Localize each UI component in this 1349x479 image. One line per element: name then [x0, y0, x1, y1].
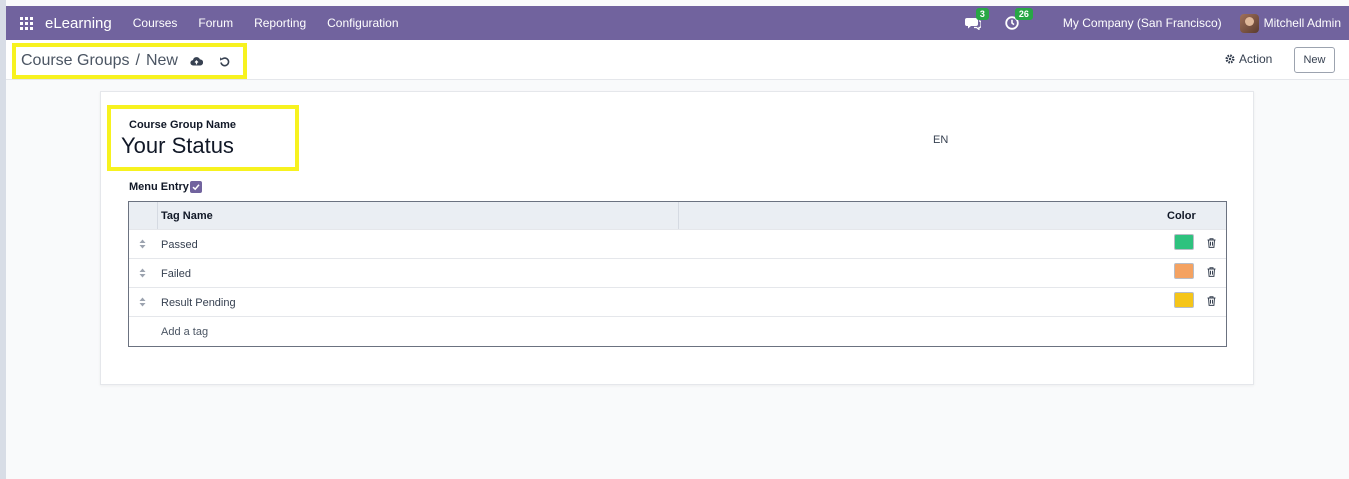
discard-changes-button[interactable] — [219, 56, 230, 67]
color-swatch[interactable] — [1174, 263, 1194, 279]
undo-icon — [219, 56, 230, 66]
messages-button[interactable]: 3 — [964, 8, 989, 30]
user-menu[interactable]: Mitchell Admin — [1239, 13, 1341, 33]
menu-entry-checkbox[interactable] — [189, 181, 202, 193]
navbar-systray: 3 26 My Company (San Francisco) Mitchell… — [964, 6, 1349, 40]
menu-entry-label: Menu Entry — [129, 181, 189, 193]
header-divider — [678, 202, 679, 229]
table-row[interactable]: Failed — [129, 258, 1226, 287]
name-field-highlight: Course Group Name — [107, 105, 299, 171]
breadcrumb-parent-link[interactable]: Course Groups — [21, 52, 130, 70]
new-record-button[interactable]: New — [1294, 47, 1335, 73]
form-sheet: Course Group Name EN Menu Entry Tag Name… — [100, 91, 1254, 385]
messages-count-badge: 3 — [975, 8, 989, 20]
check-icon — [192, 184, 200, 191]
menu-entry-field: Menu Entry — [129, 181, 202, 193]
course-group-name-label: Course Group Name — [129, 119, 236, 131]
gear-icon — [1225, 54, 1235, 64]
delete-trash-icon[interactable] — [1207, 267, 1216, 277]
language-toggle[interactable]: EN — [933, 134, 948, 146]
drag-handle-icon[interactable] — [139, 239, 146, 249]
course-group-name-input[interactable] — [121, 133, 281, 159]
breadcrumb-highlight: Course Groups / New — [12, 43, 247, 79]
tag-name-cell[interactable]: Result Pending — [161, 297, 236, 309]
apps-grid-icon[interactable] — [20, 16, 33, 30]
color-swatch[interactable] — [1174, 292, 1194, 308]
activities-button[interactable]: 26 — [1005, 8, 1033, 30]
menu-configuration[interactable]: Configuration — [327, 16, 398, 30]
drag-handle-icon[interactable] — [139, 297, 146, 307]
breadcrumb-current: New — [145, 52, 178, 69]
menu-courses[interactable]: Courses — [133, 16, 178, 30]
table-row[interactable]: Passed — [129, 229, 1226, 258]
tag-name-cell[interactable]: Failed — [161, 268, 191, 280]
company-switcher[interactable]: My Company (San Francisco) — [1063, 16, 1222, 30]
avatar — [1239, 13, 1259, 33]
delete-trash-icon[interactable] — [1207, 238, 1216, 248]
table-header: Tag Name Color — [129, 202, 1226, 229]
add-row: Add a tag — [129, 316, 1226, 345]
save-cloud-button[interactable] — [190, 56, 203, 67]
action-menu-button[interactable]: Action — [1225, 52, 1272, 66]
table-row[interactable]: Result Pending — [129, 287, 1226, 316]
tags-table: Tag Name Color Passed Failed Result Pend… — [128, 201, 1227, 347]
column-header-tag-name[interactable]: Tag Name — [161, 210, 213, 222]
top-navbar: eLearning Courses Forum Reporting Config… — [6, 6, 1349, 40]
menu-reporting[interactable]: Reporting — [254, 16, 306, 30]
color-swatch[interactable] — [1174, 234, 1194, 250]
action-label: Action — [1239, 52, 1273, 66]
cloud-upload-icon — [190, 56, 203, 66]
tag-name-cell[interactable]: Passed — [161, 239, 198, 251]
breadcrumb-separator: / — [135, 52, 140, 69]
column-header-color[interactable]: Color — [1167, 210, 1196, 222]
delete-trash-icon[interactable] — [1207, 296, 1216, 306]
menu-forum[interactable]: Forum — [198, 16, 233, 30]
activities-count-badge: 26 — [1014, 8, 1033, 20]
app-brand[interactable]: eLearning — [45, 15, 112, 32]
add-tag-link[interactable]: Add a tag — [161, 326, 208, 338]
user-name: Mitchell Admin — [1263, 16, 1341, 30]
drag-handle-icon[interactable] — [139, 268, 146, 278]
header-divider — [157, 202, 158, 229]
control-panel: Course Groups / New Action New — [6, 40, 1349, 80]
